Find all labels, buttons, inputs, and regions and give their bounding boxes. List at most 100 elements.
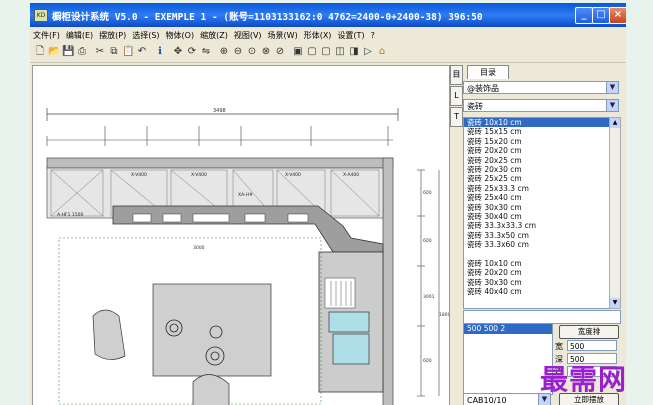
overall-dimension: 3498 [213,108,226,114]
watermark-text: 最需网 [540,363,628,396]
menu-settings[interactable]: 设置(T) [334,27,367,44]
menu-zoom[interactable]: 缩放(Z) [197,27,231,44]
list-item[interactable]: 瓷砖 25x40 cm [464,193,609,202]
tile-list[interactable]: 瓷砖 10x10 cm 瓷砖 15x15 cm 瓷砖 15x20 cm 瓷砖 2… [463,117,610,309]
move-icon[interactable]: ✥ [172,46,184,58]
side-tab-catalog[interactable]: 目 [450,65,463,85]
width-label: 宽 [555,342,563,351]
svg-text:600: 600 [423,238,432,244]
zoom-out-icon[interactable]: ⊖ [232,46,244,58]
chevron-down-icon[interactable]: ▼ [606,82,618,93]
close-button[interactable]: × [609,7,626,24]
zoom-all-icon[interactable]: ⊗ [260,46,272,58]
new-icon[interactable]: 🗋 [34,46,46,58]
menu-shape[interactable]: 形体(X) [301,27,335,44]
menu-file[interactable]: 文件(F) [30,27,63,44]
list-item[interactable]: 瓷砖 25x25 cm [464,174,609,183]
list-item[interactable]: 瓷砖 20x25 cm [464,156,609,165]
svg-text:3000: 3000 [193,245,205,251]
minimize-button[interactable]: _ [575,7,593,24]
svg-text:600: 600 [423,190,432,196]
open-icon[interactable]: 📂 [48,46,60,58]
size-entry[interactable]: 500 500 2 [464,324,552,334]
undo-icon[interactable]: ↶ [136,46,148,58]
svg-text:600: 600 [423,358,432,364]
width-field[interactable]: 500 [567,340,617,351]
cut-icon[interactable]: ✂ [94,46,106,58]
list-item[interactable]: 瓷砖 15x20 cm [464,137,609,146]
category-value: @装饰品 [467,84,499,93]
svg-text:X-V400: X-V400 [191,172,207,178]
copy-icon[interactable]: ⧉ [108,46,120,58]
zoom-prev-icon[interactable]: ⊘ [274,46,286,58]
toolbar: 🗋 📂 💾 ⎙ ✂ ⧉ 📋 ↶ ℹ ✥ ⟳ ⇋ ⊕ ⊖ ⊙ ⊗ ⊘ ▣ ▢ ▢ … [30,44,626,63]
scroll-up-icon[interactable]: ▲ [610,118,620,128]
mirror-icon[interactable]: ⇋ [200,46,212,58]
list-item[interactable]: 瓷砖 33.3x33.3 cm [464,221,609,230]
svg-text:3001: 3001 [423,294,435,300]
app-icon: KD [34,9,48,22]
kitchen-floor-plan: 3498 A-HF1 1500 X-V400 X-V400 X-V400 X-A… [46,108,449,405]
print-icon[interactable]: ⎙ [76,46,88,58]
list-item[interactable]: 瓷砖 10x10 cm [464,118,609,128]
side-tab-l[interactable]: L [450,86,463,106]
subcategory-select[interactable]: 瓷砖 ▼ [463,99,619,112]
play-icon[interactable]: ▷ [362,46,374,58]
svg-text:X-A400: X-A400 [343,172,359,178]
menu-place[interactable]: 摆放(P) [96,27,129,44]
side-tab-t[interactable]: T [450,107,463,127]
view4-icon[interactable]: ◨ [348,46,360,58]
list-item[interactable]: 瓷砖 20x20 cm [464,268,609,277]
zoom-window-icon[interactable]: ⊙ [246,46,258,58]
list-item[interactable]: 瓷砖 40x40 cm [464,287,609,296]
svg-text:X-V400: X-V400 [131,172,147,178]
menu-select[interactable]: 选择(S) [129,27,162,44]
view1-icon[interactable]: ▢ [306,46,318,58]
menu-scene[interactable]: 场景(W) [265,27,301,44]
light-icon[interactable]: ⌂ [376,46,388,58]
svg-text:A-HF1 1500: A-HF1 1500 [57,212,83,218]
list-item[interactable]: 瓷砖 20x20 cm [464,146,609,155]
list-item[interactable]: 瓷砖 15x15 cm [464,127,609,136]
zoom-in-icon[interactable]: ⊕ [218,46,230,58]
menu-view[interactable]: 视图(V) [231,27,265,44]
svg-text:X-V400: X-V400 [285,172,301,178]
list-item[interactable]: 瓷砖 30x30 cm [464,203,609,212]
chevron-down-icon[interactable]: ▼ [606,100,618,111]
box-icon[interactable]: ▣ [292,46,304,58]
list-item[interactable]: 瓷砖 25x33.3 cm [464,184,609,193]
preview-field [463,310,621,324]
category-select[interactable]: @装饰品 ▼ [463,81,619,94]
info-icon[interactable]: ℹ [154,46,166,58]
list-item[interactable]: 瓷砖 33.3x50 cm [464,231,609,240]
svg-text:1800: 1800 [439,312,449,318]
catalog-panel: 目录 @装饰品 ▼ 瓷砖 ▼ 瓷砖 10x10 cm 瓷砖 15x15 cm 瓷… [463,63,623,405]
svg-text:XA-H#: XA-H# [238,192,253,198]
app-window: KD 橱柜设计系统 V5.0 - EXEMPLE 1 - (账号=1103133… [30,3,626,405]
rotate-icon[interactable]: ⟳ [186,46,198,58]
view3-icon[interactable]: ◫ [334,46,346,58]
tab-catalog[interactable]: 目录 [467,65,509,79]
window-title: 橱柜设计系统 V5.0 - EXEMPLE 1 - (账号=1103133162… [52,12,483,23]
list-scrollbar[interactable]: ▲ ▼ [609,117,621,309]
layer-value: CAB10/10 [467,396,507,405]
paste-icon[interactable]: 📋 [122,46,134,58]
list-item[interactable]: 瓷砖 30x30 cm [464,278,609,287]
side-tabs: 目 L T [450,65,463,127]
save-icon[interactable]: 💾 [62,46,74,58]
title-bar: KD 橱柜设计系统 V5.0 - EXEMPLE 1 - (账号=1103133… [30,3,626,27]
list-item[interactable]: 瓷砖 33.3x60 cm [464,240,609,249]
drawing-canvas[interactable]: 3498 A-HF1 1500 X-V400 X-V400 X-V400 X-A… [32,65,450,405]
layer-select[interactable]: CAB10/10 ▼ [463,393,551,405]
define-width-button[interactable]: 宽度排 [559,325,619,339]
scroll-down-icon[interactable]: ▼ [610,298,620,308]
menu-help[interactable]: ? [368,27,378,44]
view2-icon[interactable]: ▢ [320,46,332,58]
menu-object[interactable]: 物体(O) [163,27,198,44]
list-item[interactable]: 瓷砖 10x10 cm [464,259,609,268]
subcategory-value: 瓷砖 [467,102,483,111]
maximize-button[interactable]: □ [592,7,610,24]
menu-bar: 文件(F) 编辑(E) 摆放(P) 选择(S) 物体(O) 缩放(Z) 视图(V) 场景(W)… [30,27,626,44]
menu-edit[interactable]: 编辑(E) [63,27,96,44]
